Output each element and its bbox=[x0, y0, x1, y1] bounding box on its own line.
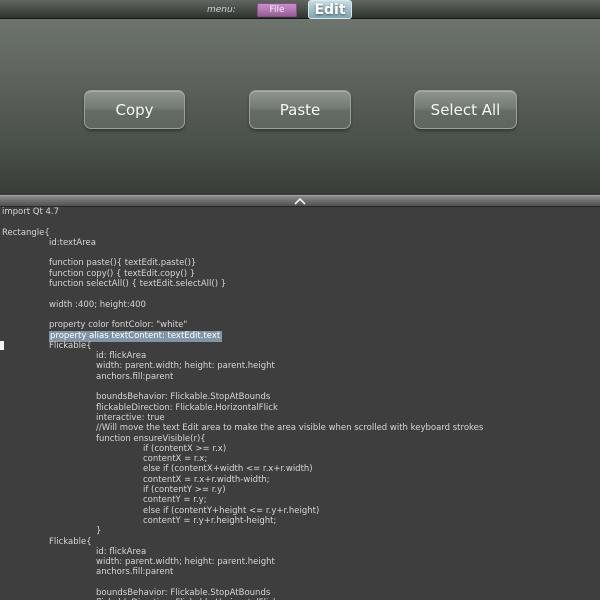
code-text: property color fontColor: "white" bbox=[49, 320, 187, 330]
code-text: function selectAll() { textEdit.selectAl… bbox=[49, 279, 226, 289]
code-line: id:textArea bbox=[0, 238, 600, 248]
edit-menu-button[interactable]: Edit bbox=[308, 0, 352, 19]
code-text: width: parent.width; height: parent.heig… bbox=[96, 557, 275, 567]
code-line: contentY = r.y; bbox=[0, 495, 600, 505]
code-line: width: parent.width; height: parent.heig… bbox=[0, 361, 600, 371]
code-line: else if (contentX+width <= r.x+r.width) bbox=[0, 464, 600, 474]
code-line: Flickable{ bbox=[0, 341, 600, 351]
code-text: Rectangle{ bbox=[2, 228, 50, 238]
menu-bar: menu: File Edit bbox=[0, 0, 600, 19]
code-editor[interactable]: import Qt 4.7 Rectangle{id:textArea func… bbox=[0, 207, 600, 600]
code-line: boundsBehavior: Flickable.StopAtBounds bbox=[0, 392, 600, 402]
code-text: if (contentX >= r.x) bbox=[143, 444, 226, 454]
code-text: else if (contentY+height <= r.y+r.height… bbox=[143, 506, 319, 516]
code-text: boundsBehavior: Flickable.StopAtBounds bbox=[96, 392, 270, 402]
code-text bbox=[2, 310, 5, 320]
code-line: function copy() { textEdit.copy() } bbox=[0, 269, 600, 279]
code-text: boundsBehavior: Flickable.StopAtBounds bbox=[96, 588, 270, 598]
paste-button[interactable]: Paste bbox=[249, 90, 351, 129]
text-cursor bbox=[0, 341, 4, 350]
code-text bbox=[2, 578, 5, 588]
code-text: anchors.fill:parent bbox=[96, 567, 173, 577]
copy-button[interactable]: Copy bbox=[84, 90, 185, 129]
code-line: anchors.fill:parent bbox=[0, 567, 600, 577]
code-line: property color fontColor: "white" bbox=[0, 320, 600, 330]
code-text bbox=[2, 248, 5, 258]
code-line: id: flickArea bbox=[0, 547, 600, 557]
code-line: id: flickArea bbox=[0, 351, 600, 361]
chevron-up-icon bbox=[294, 198, 306, 205]
code-text bbox=[2, 217, 5, 227]
code-line: function ensureVisible(r){ bbox=[0, 434, 600, 444]
code-text: width: parent.width; height: parent.heig… bbox=[96, 361, 275, 371]
code-text: id: flickArea bbox=[96, 351, 146, 361]
menu-label: menu: bbox=[207, 5, 236, 15]
code-line bbox=[0, 578, 600, 588]
code-line: Rectangle{ bbox=[0, 228, 600, 238]
code-line bbox=[0, 248, 600, 258]
code-text: if (contentY >= r.y) bbox=[143, 485, 226, 495]
code-line: function selectAll() { textEdit.selectAl… bbox=[0, 279, 600, 289]
code-text bbox=[2, 289, 5, 299]
code-line: if (contentY >= r.y) bbox=[0, 485, 600, 495]
code-line: flickableDirection: Flickable.Horizontal… bbox=[0, 403, 600, 413]
code-text bbox=[2, 382, 5, 392]
code-text: import Qt 4.7 bbox=[2, 207, 59, 217]
code-line bbox=[0, 289, 600, 299]
code-text: id:textArea bbox=[49, 238, 96, 248]
splitter-handle[interactable] bbox=[0, 195, 600, 207]
code-text: //Will move the text Edit area to make t… bbox=[96, 423, 483, 433]
code-line: import Qt 4.7 bbox=[0, 207, 600, 217]
code-line: contentY = r.y+r.height-height; bbox=[0, 516, 600, 526]
code-line: if (contentX >= r.x) bbox=[0, 444, 600, 454]
code-line: contentX = r.x+r.width-width; bbox=[0, 475, 600, 485]
code-text: contentY = r.y; bbox=[143, 495, 207, 505]
app-window: menu: File Edit Copy Paste Select All impo… bbox=[0, 0, 600, 600]
code-line: function paste(){ textEdit.paste()} bbox=[0, 258, 600, 268]
code-text: id: flickArea bbox=[96, 547, 146, 557]
code-text: function ensureVisible(r){ bbox=[96, 434, 206, 444]
code-text: function paste(){ textEdit.paste()} bbox=[49, 258, 196, 268]
code-line: anchors.fill:parent bbox=[0, 372, 600, 382]
code-line: contentX = r.x; bbox=[0, 454, 600, 464]
code-line: Flickable{ bbox=[0, 537, 600, 547]
code-lines-container: import Qt 4.7 Rectangle{id:textArea func… bbox=[0, 207, 600, 600]
select-all-button[interactable]: Select All bbox=[414, 90, 517, 129]
toolbar: Copy Paste Select All bbox=[0, 19, 600, 195]
code-line: boundsBehavior: Flickable.StopAtBounds bbox=[0, 588, 600, 598]
code-text: contentY = r.y+r.height-height; bbox=[143, 516, 276, 526]
code-text: Flickable{ bbox=[49, 537, 92, 547]
code-text: flickableDirection: Flickable.Horizontal… bbox=[96, 403, 278, 413]
code-line: //Will move the text Edit area to make t… bbox=[0, 423, 600, 433]
code-text: contentX = r.x+r.width-width; bbox=[143, 475, 270, 485]
code-text: } bbox=[96, 526, 101, 536]
code-text: width :400; height:400 bbox=[49, 300, 146, 310]
code-text: anchors.fill:parent bbox=[96, 372, 173, 382]
code-line: interactive: true bbox=[0, 413, 600, 423]
code-line bbox=[0, 217, 600, 227]
code-text: else if (contentX+width <= r.x+r.width) bbox=[143, 464, 313, 474]
code-line: width: parent.width; height: parent.heig… bbox=[0, 557, 600, 567]
code-line: width :400; height:400 bbox=[0, 300, 600, 310]
code-line bbox=[0, 310, 600, 320]
code-text: contentX = r.x; bbox=[143, 454, 207, 464]
code-text: Flickable{ bbox=[49, 341, 92, 351]
file-menu-button[interactable]: File bbox=[257, 3, 297, 17]
code-line: else if (contentY+height <= r.y+r.height… bbox=[0, 506, 600, 516]
code-line: } bbox=[0, 526, 600, 536]
code-line-selected: property alias textContent: textEdit.tex… bbox=[0, 331, 600, 341]
code-text: function copy() { textEdit.copy() } bbox=[49, 269, 195, 279]
code-line bbox=[0, 382, 600, 392]
code-text: interactive: true bbox=[96, 413, 165, 423]
